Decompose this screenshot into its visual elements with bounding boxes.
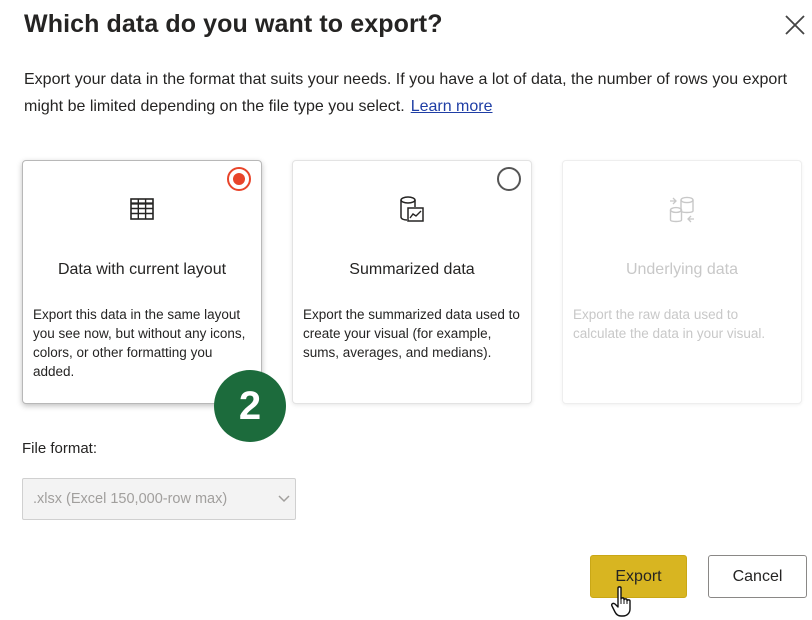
file-format-value: .xlsx (Excel 150,000-row max) [33,491,228,507]
file-format-label: File format: [22,440,98,457]
step-badge: 2 [214,370,286,442]
table-icon [130,198,154,220]
export-button[interactable]: Export [590,555,687,598]
dialog-description: Export your data in the format that suit… [24,66,794,120]
option-title: Data with current layout [57,261,227,278]
option-description: Export the raw data used to calculate th… [573,307,766,341]
cancel-button[interactable]: Cancel [708,555,807,598]
summarized-data-icon [400,196,424,222]
option-description: Export the summarized data used to creat… [303,307,520,360]
radio-selected[interactable] [227,167,251,191]
option-card-summarized[interactable]: Summarized data Export the summarized da… [292,160,532,404]
file-format-select[interactable]: .xlsx (Excel 150,000-row max) [22,478,296,520]
chevron-down-icon [278,495,290,503]
close-icon[interactable] [784,14,806,36]
underlying-data-icon [669,196,694,223]
radio-unselected[interactable] [497,167,521,191]
option-card-underlying: Underlying data Export the raw data used… [562,160,802,404]
option-description: Export this data in the same layout you … [33,307,246,379]
option-title: Summarized data [349,261,475,278]
hand-cursor-icon [611,586,631,617]
option-card-current-layout[interactable]: Data with current layout Export this dat… [22,160,262,404]
dialog-title: Which data do you want to export? [24,10,443,38]
description-text: Export your data in the format that suit… [24,71,788,115]
learn-more-link[interactable]: Learn more [411,98,493,115]
option-title: Underlying data [625,261,739,278]
